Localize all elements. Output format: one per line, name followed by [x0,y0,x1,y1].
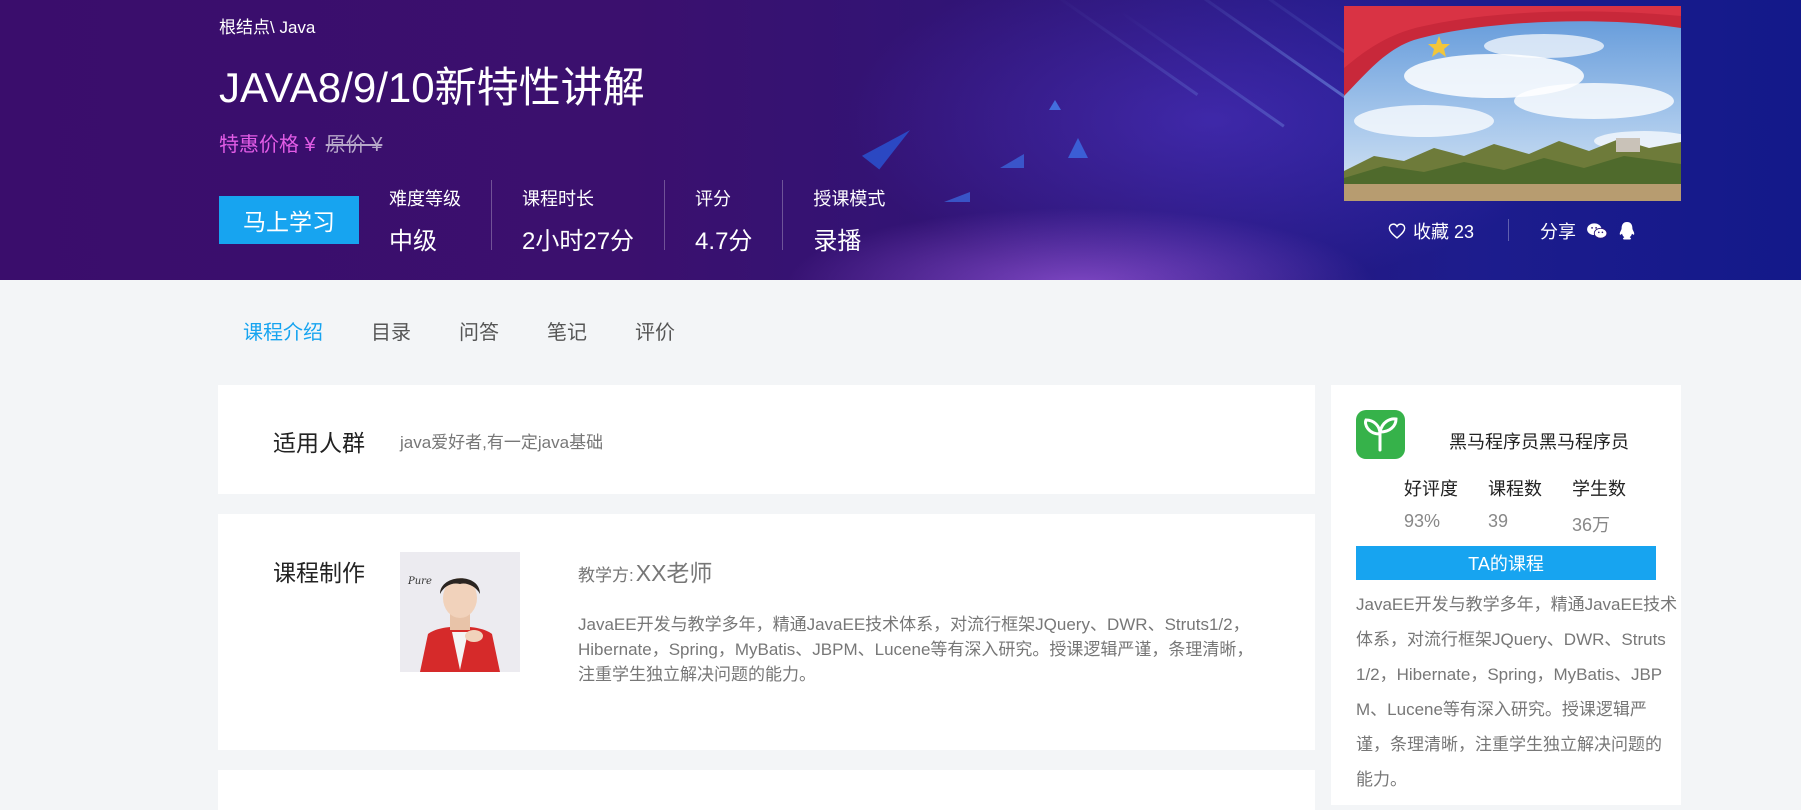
audience-card: 适用人群 java爱好者,有一定java基础 [218,385,1315,494]
favorite-button[interactable]: 收藏 23 [1388,218,1474,244]
price-row: 特惠价格 ¥ 原价 ¥ [219,128,382,157]
decor-triangle [944,192,970,202]
page-title: JAVA8/9/10新特性讲解 [219,64,645,111]
course-stats: 难度等级 中级 课程时长 2小时27分 评分 4.7分 授课模式 录播 [359,180,915,255]
section-title: 课程制作 [273,560,365,586]
wechat-icon[interactable] [1586,222,1608,240]
institution-name[interactable]: 黑马程序员黑马程序员 [1449,428,1629,454]
stat-label: 难度等级 [389,189,461,209]
stat-label: 课程时长 [522,189,594,209]
stat-course-count: 课程数 39 [1488,475,1542,537]
original-price: 原价 ¥ [325,134,383,156]
stat-label: 好评度 [1404,479,1458,499]
course-hero: 根结点\ Java JAVA8/9/10新特性讲解 特惠价格 ¥ 原价 ¥ 马上学… [0,0,1801,280]
tab-intro[interactable]: 课程介绍 [243,312,323,349]
tab-reviews[interactable]: 评价 [635,312,675,349]
tab-catalog[interactable]: 目录 [371,312,411,349]
section-title: 适用人群 [273,430,365,456]
stat-value: 4.7分 [695,228,753,255]
sale-price: 特惠价格 ¥ [219,134,316,156]
decor-triangle [1000,154,1024,168]
stat-value: 中级 [389,228,437,255]
start-study-button[interactable]: 马上学习 [219,196,359,244]
audience-text: java爱好者,有一定java基础 [400,433,604,452]
decor-triangle [1068,138,1088,158]
divider [1508,219,1509,241]
stat-duration: 课程时长 2小时27分 [492,180,666,255]
decor-triangle [1049,100,1061,110]
svg-text:Pure: Pure [407,576,432,587]
institution-panel: 黑马程序员黑马程序员 好评度 93% 课程数 39 学生数 36万 TA的课程 … [1331,385,1681,805]
tab-qa[interactable]: 问答 [459,312,499,349]
stat-value: 39 [1488,511,1509,531]
stat-label: 学生数 [1572,479,1626,499]
heart-icon [1388,223,1406,239]
course-tabs: 课程介绍 目录 问答 笔记 评价 [219,312,723,349]
stat-rating-percent: 好评度 93% [1404,475,1458,537]
teacher-label: 教学方: [578,566,634,585]
teacher-info: 教学方:XX老师 [578,554,712,588]
stat-student-count: 学生数 36万 [1572,475,1626,537]
stat-label: 评分 [695,189,732,209]
breadcrumb[interactable]: 根结点\ Java [219,13,315,38]
next-section-card [218,770,1315,810]
course-cover-image [1344,6,1681,201]
ta-courses-button[interactable]: TA的课程 [1356,546,1656,580]
teacher-photo: Pure [400,552,520,672]
institution-description: JavaEE开发与教学多年，精通JavaEE技术体系，对流行框架JQuery、D… [1356,595,1678,789]
stat-rating: 评分 4.7分 [665,180,784,255]
share-group: 分享 [1540,218,1636,244]
stat-value: 93% [1404,511,1441,531]
institution-logo[interactable] [1356,410,1405,459]
favorite-label: 收藏 23 [1413,222,1475,242]
institution-stats: 好评度 93% 课程数 39 学生数 36万 [1404,475,1626,537]
production-card: 课程制作 Pure 教学方:XX老师 JavaEE开发与教学多年，精通JavaE… [218,514,1315,750]
share-label: 分享 [1540,222,1576,242]
stat-value: 录播 [813,228,862,255]
stat-difficulty: 难度等级 中级 [359,180,492,255]
teacher-name: XX老师 [635,560,713,586]
qq-icon[interactable] [1618,221,1636,241]
social-bar: 收藏 23 分享 [1344,212,1681,248]
decor-streak [1119,10,1285,128]
stat-label: 授课模式 [813,189,886,209]
stat-mode: 授课模式 录播 [783,180,915,255]
tab-notes[interactable]: 笔记 [547,312,587,349]
teacher-description: JavaEE开发与教学多年，精通JavaEE技术体系，对流行框架JQuery、D… [578,615,1254,684]
stat-value: 36万 [1572,515,1611,535]
stat-value: 2小时27分 [522,228,635,255]
stat-label: 课程数 [1488,479,1542,499]
decor-triangle [861,116,911,170]
